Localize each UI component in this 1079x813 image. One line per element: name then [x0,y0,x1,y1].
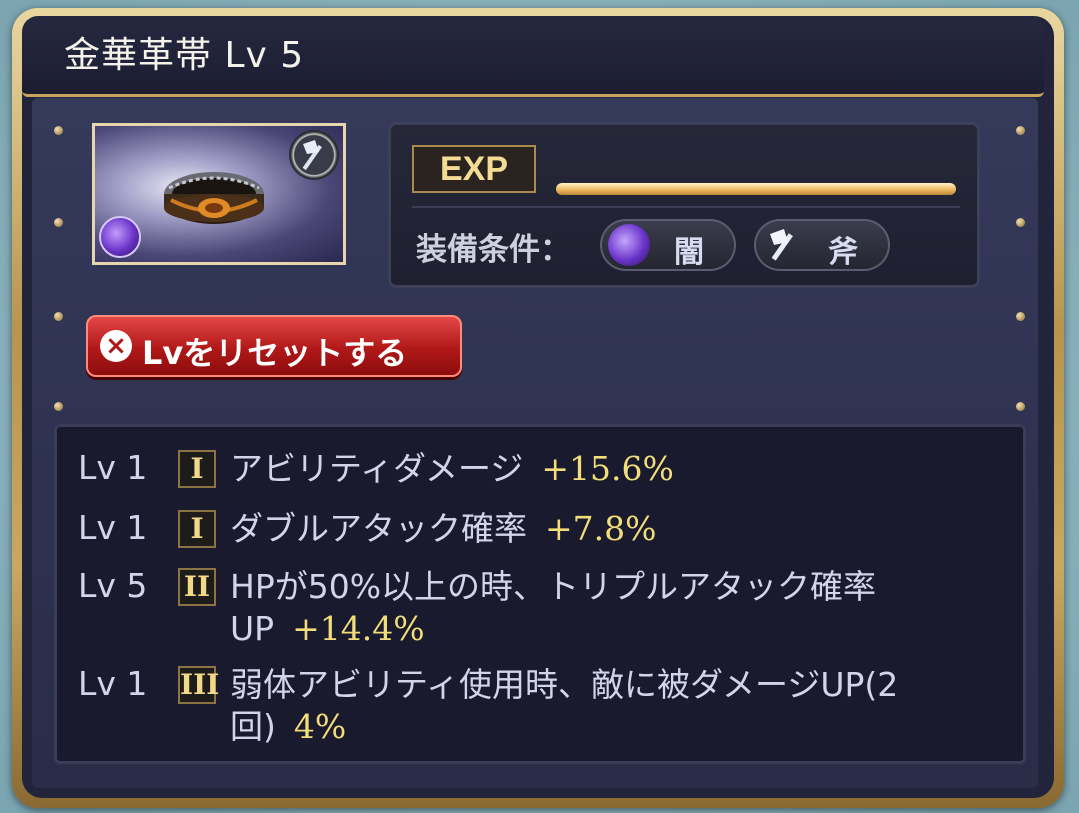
rivet [54,402,63,411]
item-title: 金華革帯 Lv 5 [64,26,304,78]
skill-tier-badge: III [178,666,219,704]
axe-icon [289,130,339,180]
rivet [1016,126,1025,135]
close-circle-icon: × [100,330,132,362]
divider [412,206,960,208]
item-name: 金華革帯 [64,35,213,76]
skill-level: Lv 1 [78,508,148,547]
dark-element-icon [99,216,141,258]
skill-value: +7.8% [545,509,657,548]
skill-tier-badge: II [178,568,216,606]
item-image [92,123,346,265]
skill-level: Lv 1 [78,664,148,703]
rivet [1016,402,1025,411]
dark-element-icon [608,224,650,266]
reset-level-label: Lvをリセットする [142,334,408,372]
element-tag: 闇 [600,219,736,271]
rivet [1016,218,1025,227]
exp-bar-fill [556,183,956,195]
weapon-name: 斧 [828,235,858,270]
skill-description: アビリティダメージ [230,449,524,488]
rivet [54,312,63,321]
skill-description: ダブルアタック確率 [230,509,527,548]
exp-bar [556,183,956,195]
element-name: 闇 [674,235,704,270]
rivet [54,218,63,227]
rivet [54,126,63,135]
skill-level: Lv 5 [78,566,148,605]
item-level: Lv 5 [224,35,305,76]
skill-value: 4% [293,707,347,746]
skill-value: +14.4% [292,609,425,648]
equip-condition-label: 装備条件： [416,232,571,268]
skill-value: +15.6% [541,449,674,488]
reset-level-button[interactable]: × Lvをリセットする [86,315,462,377]
weapon-tag: 斧 [754,219,890,271]
rivet [1016,312,1025,321]
exp-label: EXP [412,145,536,193]
axe-icon [762,224,804,266]
belt-icon [164,172,264,224]
skill-tier-badge: I [178,450,216,488]
skill-level: Lv 1 [78,448,148,487]
skill-tier-badge: I [178,510,216,548]
